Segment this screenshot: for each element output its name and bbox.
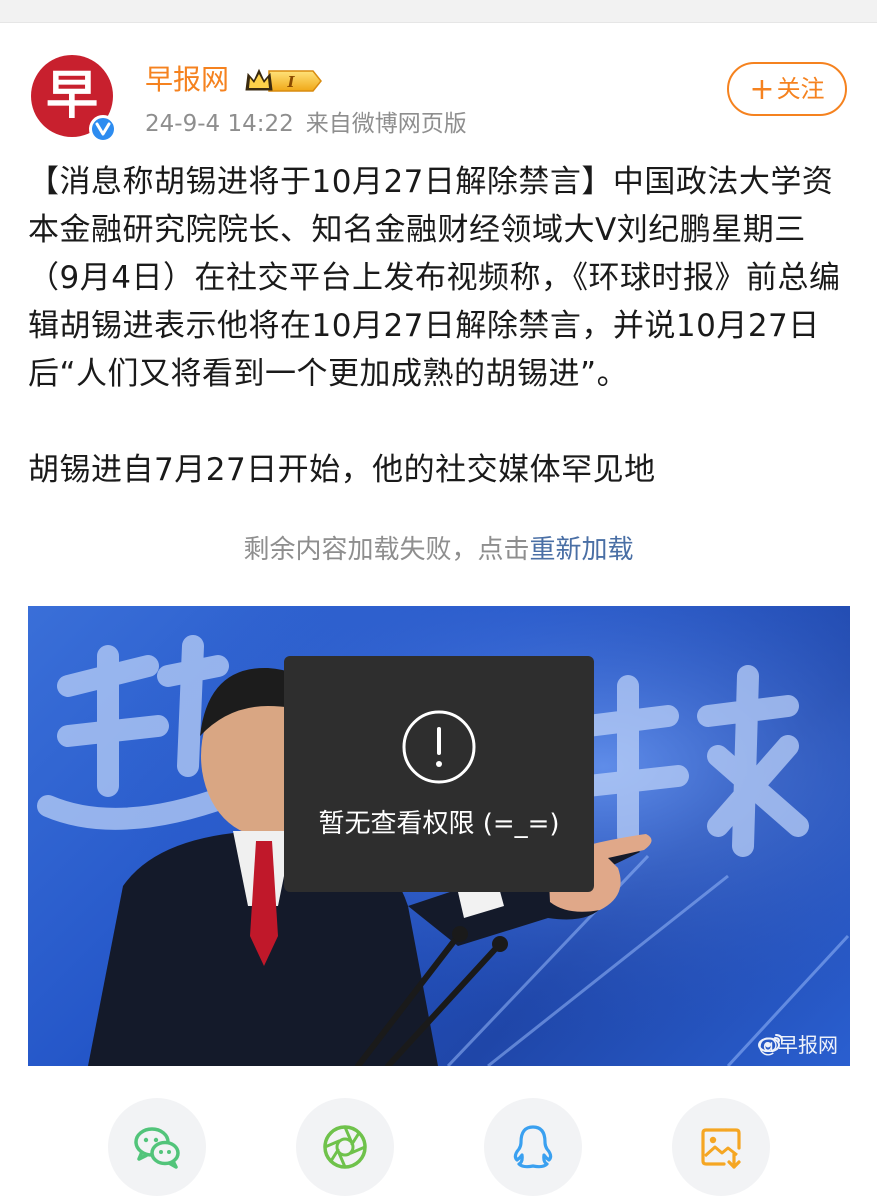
username[interactable]: 早报网 — [145, 62, 229, 98]
share-moments-button[interactable] — [296, 1098, 394, 1196]
share-wechat-button[interactable] — [108, 1098, 206, 1196]
avatar[interactable]: 早 — [31, 55, 117, 143]
moments-icon — [323, 1125, 367, 1169]
follow-label: 关注 — [776, 75, 825, 103]
post-meta: 24-9-4 14:22 来自微博网页版 — [145, 108, 467, 140]
weibo-post-page: 早 早报网 I 24-9-4 14:22 来自微博网页版 +关注 【消息称胡锡进… — [0, 0, 877, 1200]
top-divider — [0, 0, 877, 23]
plus-icon: + — [749, 72, 775, 107]
qq-icon — [513, 1125, 553, 1169]
follow-button[interactable]: +关注 — [727, 62, 847, 116]
vip-badge[interactable]: I — [243, 66, 323, 96]
post-timestamp: 24-9-4 14:22 — [145, 111, 294, 137]
image-watermark: @早报网 — [758, 1032, 838, 1058]
reload-link[interactable]: 重新加载 — [530, 535, 634, 565]
post-paragraph-1: 【消息称胡锡进将于10月27日解除禁言】中国政法大学资本金融研究院院长、知名金融… — [28, 164, 841, 392]
post-text: 【消息称胡锡进将于10月27日解除禁言】中国政法大学资本金融研究院院长、知名金融… — [28, 158, 850, 494]
share-qq-button[interactable] — [484, 1098, 582, 1196]
permission-overlay: 暂无查看权限 (=_=) — [284, 656, 594, 892]
exclamation-circle-icon — [402, 710, 476, 784]
reload-notice: 剩余内容加载失败，点击重新加载 — [0, 530, 877, 570]
wechat-icon — [134, 1127, 180, 1169]
save-image-icon — [701, 1128, 741, 1169]
post-source: 来自微博网页版 — [305, 111, 467, 137]
verified-badge-icon — [89, 115, 117, 143]
post-paragraph-2: 胡锡进自7月27日开始，他的社交媒体罕见地 — [28, 452, 656, 488]
no-permission-text: 暂无查看权限 (=_=) — [318, 809, 560, 839]
vip-level-text: I — [286, 73, 295, 91]
weibo-logo-icon — [758, 1034, 783, 1052]
reload-prefix: 剩余内容加载失败，点击 — [243, 535, 530, 565]
save-image-button[interactable] — [672, 1098, 770, 1196]
